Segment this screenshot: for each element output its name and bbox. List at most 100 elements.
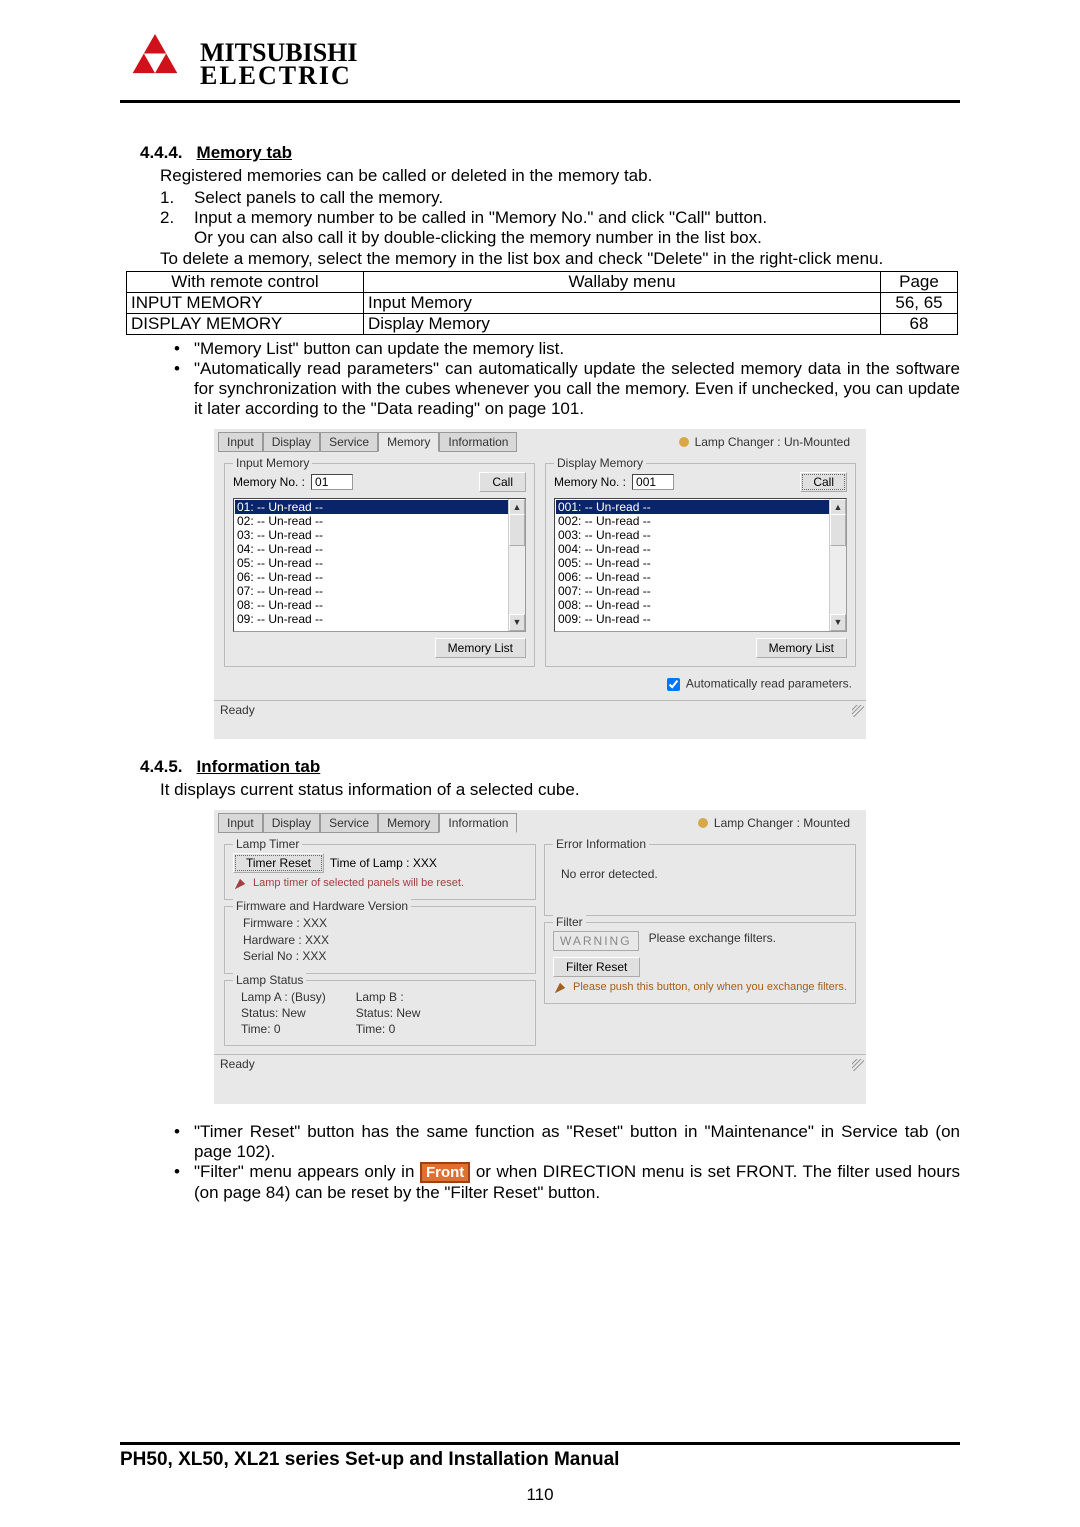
bullet-dot: • [174, 359, 180, 419]
brand-line2: ELECTRIC [200, 64, 358, 87]
time-of-lamp-label: Time of Lamp : XXX [330, 856, 437, 870]
delete-instruction: To delete a memory, select the memory in… [160, 248, 960, 271]
group-legend: Filter [553, 915, 586, 929]
auto-read-label: Automatically read parameters. [686, 677, 852, 691]
memory-list-button[interactable]: Memory List [435, 638, 526, 658]
tab-information[interactable]: Information [439, 432, 517, 452]
status-dot-icon [698, 818, 708, 828]
list-item[interactable]: 008: -- Un-read -- [556, 598, 845, 612]
serial-line: Serial No : XXX [243, 948, 527, 965]
list-item[interactable]: 04: -- Un-read -- [235, 542, 524, 556]
input-memory-listbox[interactable]: 01: -- Un-read -- 02: -- Un-read -- 03: … [233, 498, 526, 632]
bullet-list: •"Memory List" button can update the mem… [174, 339, 960, 419]
list-item[interactable]: 05: -- Un-read -- [235, 556, 524, 570]
tab-service[interactable]: Service [320, 813, 378, 833]
step-num: 2. [160, 208, 180, 228]
memory-list-button[interactable]: Memory List [756, 638, 847, 658]
list-item[interactable]: 07: -- Un-read -- [235, 584, 524, 598]
step-text: Input a memory number to be called in "M… [194, 208, 960, 228]
display-memory-listbox[interactable]: 001: -- Un-read -- 002: -- Un-read -- 00… [554, 498, 847, 632]
filter-reset-button[interactable]: Filter Reset [553, 957, 640, 977]
bullet-dot: • [174, 339, 180, 359]
tab-memory[interactable]: Memory [378, 813, 439, 833]
list-item[interactable]: 006: -- Un-read -- [556, 570, 845, 584]
lamp-status-group: Lamp Status Lamp A : (Busy) Status: New … [224, 980, 536, 1046]
list-item[interactable]: 004: -- Un-read -- [556, 542, 845, 556]
lamp-a-label: Lamp A : (Busy) [241, 989, 326, 1005]
scroll-thumb[interactable] [509, 514, 525, 546]
memno-label: Memory No. : [554, 475, 626, 489]
tab-information[interactable]: Information [439, 813, 517, 833]
tab-service[interactable]: Service [320, 432, 378, 452]
hardware-line: Hardware : XXX [243, 932, 527, 949]
list-item[interactable]: 06: -- Un-read -- [235, 570, 524, 584]
status-text: Ready [220, 703, 255, 717]
resize-grip-icon[interactable] [852, 705, 864, 717]
section-heading: 4.4.4.Memory tab [120, 143, 960, 163]
table-row: DISPLAY MEMORY Display Memory 68 [127, 313, 958, 334]
tab-display[interactable]: Display [263, 432, 320, 452]
group-legend: Input Memory [233, 456, 312, 470]
call-button[interactable]: Call [800, 472, 847, 492]
list-item[interactable]: 002: -- Un-read -- [556, 514, 845, 528]
list-item[interactable]: 005: -- Un-read -- [556, 556, 845, 570]
information-dialog-figure: Input Display Service Memory Information… [214, 810, 866, 1104]
memno-input[interactable] [311, 474, 353, 490]
table-cell: 56, 65 [881, 292, 958, 313]
mitsubishi-logo-icon [120, 34, 190, 94]
tab-input[interactable]: Input [218, 432, 263, 452]
tab-bar: Input Display Service Memory Information… [214, 429, 866, 453]
bullet-text: "Timer Reset" button has the same functi… [194, 1122, 960, 1162]
step-alt: Or you can also call it by double-clicki… [194, 228, 960, 248]
tab-input[interactable]: Input [218, 813, 263, 833]
scroll-down-icon[interactable]: ▼ [509, 614, 525, 631]
status-text: Ready [220, 1057, 255, 1071]
filter-hint: Please push this button, only when you e… [573, 981, 847, 993]
scrollbar[interactable]: ▲ ▼ [829, 499, 846, 631]
table-cell: 68 [881, 313, 958, 334]
list-item[interactable]: 02: -- Un-read -- [235, 514, 524, 528]
call-button[interactable]: Call [479, 472, 526, 492]
list-item[interactable]: 09: -- Un-read -- [235, 612, 524, 626]
bullet-text: "Filter" menu appears only in Front or w… [194, 1162, 960, 1203]
resize-grip-icon[interactable] [852, 1059, 864, 1071]
bullet-text: "Automatically read parameters" can auto… [194, 359, 960, 419]
list-item[interactable]: 08: -- Un-read -- [235, 598, 524, 612]
error-information-group: Error Information No error detected. [544, 844, 856, 916]
section-title: Information tab [197, 757, 321, 776]
table-header: Page [881, 271, 958, 292]
list-item[interactable]: 03: -- Un-read -- [235, 528, 524, 542]
list-item[interactable]: 001: -- Un-read -- [556, 500, 845, 514]
firmware-version-group: Firmware and Hardware Version Firmware :… [224, 906, 536, 974]
lamp-a-status: Status: New [241, 1005, 326, 1021]
list-item[interactable]: 01: -- Un-read -- [235, 500, 524, 514]
bullet-dot: • [174, 1162, 180, 1203]
table-row: INPUT MEMORY Input Memory 56, 65 [127, 292, 958, 313]
table-cell: Input Memory [364, 292, 881, 313]
section-intro: It displays current status information o… [160, 779, 960, 802]
reference-table: With remote control Wallaby menu Page IN… [126, 271, 958, 335]
list-item[interactable]: 007: -- Un-read -- [556, 584, 845, 598]
auto-read-checkbox-row: Automatically read parameters. [214, 671, 866, 700]
header-rule [120, 100, 960, 103]
scrollbar[interactable]: ▲ ▼ [508, 499, 525, 631]
document-page: MITSUBISHI ELECTRIC 4.4.4.Memory tab Reg… [0, 0, 1080, 1527]
tab-display[interactable]: Display [263, 813, 320, 833]
auto-read-checkbox[interactable] [667, 678, 680, 691]
scroll-down-icon[interactable]: ▼ [830, 614, 846, 631]
group-legend: Lamp Status [233, 973, 306, 987]
timer-reset-button[interactable]: Timer Reset [233, 853, 324, 873]
error-text: No error detected. [553, 853, 847, 895]
section-number: 4.4.4. [140, 143, 183, 163]
group-legend: Lamp Timer [233, 837, 302, 851]
tab-memory[interactable]: Memory [378, 432, 439, 452]
list-item[interactable]: 009: -- Un-read -- [556, 612, 845, 626]
display-memory-group: Display Memory Memory No. : Call 001: --… [545, 463, 856, 667]
memno-label: Memory No. : [233, 475, 305, 489]
section-heading: 4.4.5.Information tab [120, 757, 960, 777]
group-legend: Firmware and Hardware Version [233, 899, 411, 913]
lamp-b-time: Time: 0 [356, 1021, 421, 1037]
scroll-thumb[interactable] [830, 514, 846, 546]
list-item[interactable]: 003: -- Un-read -- [556, 528, 845, 542]
memno-input[interactable] [632, 474, 674, 490]
